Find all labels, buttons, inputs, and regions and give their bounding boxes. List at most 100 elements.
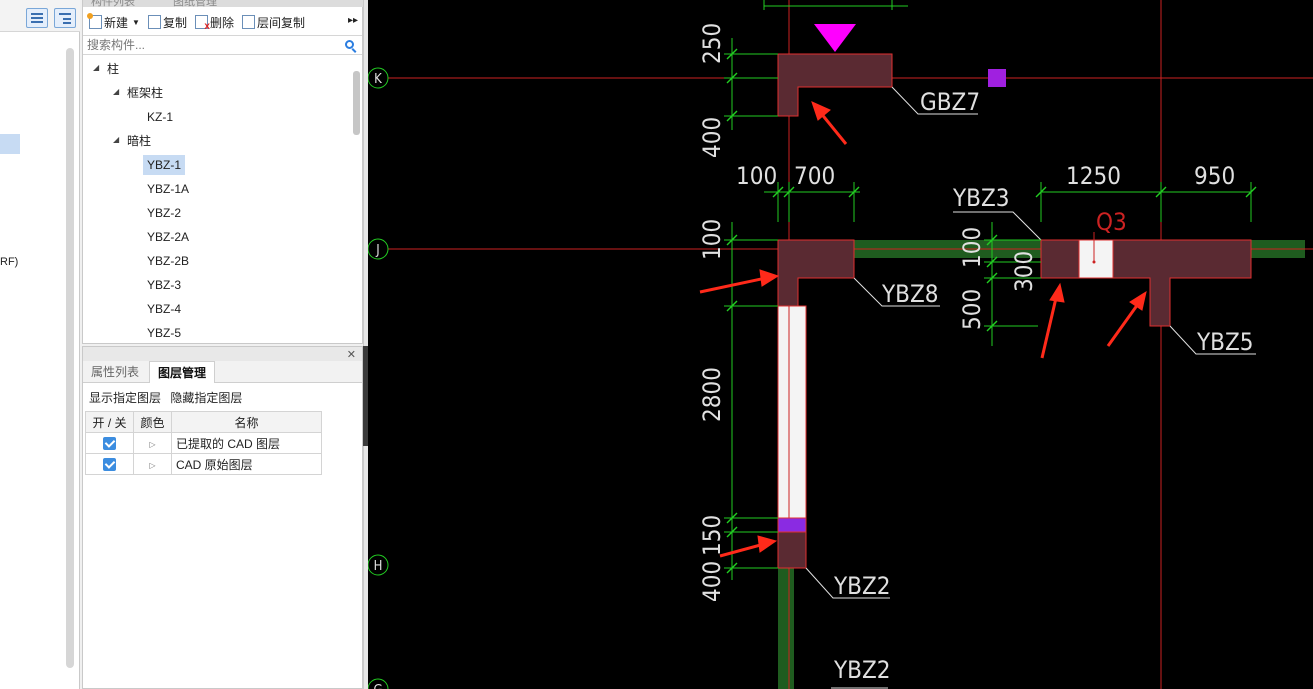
hatch-block	[777, 517, 807, 533]
dim-950: 950	[1194, 162, 1235, 190]
tree-node-frame-column[interactable]: 框架柱	[127, 83, 163, 103]
checkbox-checked-icon[interactable]	[103, 437, 116, 451]
tab-property-list[interactable]: 属性列表	[83, 361, 147, 383]
delete-button[interactable]: 删除	[194, 14, 234, 32]
tree-item[interactable]: YBZ-5	[147, 323, 181, 343]
dim-2800: 2800	[698, 367, 726, 422]
expand-triangle-icon[interactable]: ▷	[149, 461, 155, 470]
checkbox-checked-icon[interactable]	[103, 458, 116, 472]
more-tools-icon[interactable]: ▸▸	[348, 15, 358, 26]
arrow-icon	[818, 111, 848, 145]
label-q3: Q3	[1096, 208, 1127, 236]
axis-label-g: G	[373, 683, 382, 689]
dim-150: 150	[698, 515, 726, 556]
dim-400-top: 400	[698, 117, 726, 158]
layer-name-cell: 已提取的 CAD 图层	[171, 432, 322, 454]
arrow-head-icon	[1049, 282, 1065, 303]
left-item-text: RF)	[0, 256, 19, 268]
column-ybz3[interactable]	[1040, 239, 1080, 279]
arrow-icon	[1106, 303, 1140, 347]
tree-item[interactable]: YBZ-2B	[147, 251, 189, 271]
arrow-icon	[719, 542, 765, 558]
layer-toggle-cell[interactable]	[85, 432, 134, 454]
dim-100-right: 100	[958, 227, 986, 268]
component-toolbar: 新建 ▼ 复制 删除 层间复制 ▸▸	[83, 9, 362, 35]
label-ybz3: YBZ3	[952, 184, 1010, 212]
tab-layer-manage[interactable]: 图层管理	[149, 361, 216, 383]
tree-node-hidden-column[interactable]: 暗柱	[127, 131, 151, 151]
arrow-head-icon	[759, 269, 780, 287]
tree-scrollbar[interactable]	[353, 71, 360, 135]
expand-triangle-icon[interactable]: ◢	[93, 63, 99, 72]
column-ybz2[interactable]	[777, 531, 807, 569]
new-button[interactable]: 新建 ▼	[87, 13, 140, 31]
label-ybz8: YBZ8	[881, 280, 939, 308]
cad-canvas[interactable]: K J H G GBZ7 YBZ8 YBZ2 YBZ2	[368, 0, 1313, 689]
label-gbz7: GBZ7	[920, 88, 980, 116]
tree-item[interactable]: YBZ-1A	[147, 179, 189, 199]
search-input[interactable]	[87, 38, 337, 52]
left-selected-item[interactable]	[0, 134, 20, 154]
wall-q3	[1078, 239, 1114, 279]
tab-drawing-manage[interactable]: 图纸管理	[173, 0, 217, 9]
layer-color-cell[interactable]: ▷	[133, 453, 172, 475]
component-search	[83, 35, 362, 55]
arrow-icon	[699, 276, 767, 294]
layer-table: 开 / 关 颜色 名称 ▷ 已提取的 CAD 图层 ▷ CAD 原始图层	[85, 411, 322, 475]
dim-400-bottom: 400	[698, 561, 726, 602]
arrow-icon	[1040, 297, 1058, 359]
dim-100-top: 100	[736, 162, 777, 190]
left-scrollbar[interactable]	[66, 48, 74, 668]
show-layer-button[interactable]: 显示指定图层	[89, 391, 161, 405]
dim-500: 500	[958, 289, 986, 330]
label-ybz5: YBZ5	[1196, 328, 1254, 356]
dim-700: 700	[794, 162, 835, 190]
marker-triangle-icon	[814, 24, 856, 52]
delete-label: 删除	[209, 15, 234, 30]
dim-250: 250	[698, 23, 726, 64]
table-row[interactable]: ▷ CAD 原始图层	[85, 453, 322, 475]
cad-drawing[interactable]: K J H G GBZ7 YBZ8 YBZ2 YBZ2	[368, 0, 1313, 689]
column-ybz8[interactable]	[777, 239, 855, 307]
dim-1250: 1250	[1066, 162, 1121, 190]
floor-copy-icon	[241, 15, 255, 29]
floor-copy-button[interactable]: 层间复制	[241, 14, 305, 31]
list-view-icon[interactable]	[26, 8, 48, 28]
tree-item[interactable]: KZ-1	[147, 107, 173, 127]
column-gbz7[interactable]	[777, 53, 893, 117]
tree-item[interactable]: YBZ-2A	[147, 227, 189, 247]
tree-item[interactable]: YBZ-3	[147, 275, 181, 295]
copy-button[interactable]: 复制	[147, 14, 187, 31]
left-navigation-panel: RF)	[0, 0, 80, 689]
expand-triangle-icon[interactable]: ◢	[113, 87, 119, 96]
column-ybz5[interactable]	[1112, 239, 1252, 327]
layer-toggle-cell[interactable]	[85, 453, 134, 475]
tree-node-column[interactable]: 柱	[107, 59, 119, 79]
close-icon[interactable]: ✕	[347, 348, 356, 361]
detail-view-icon[interactable]	[54, 8, 76, 28]
tab-component-list[interactable]: 构件列表	[91, 0, 135, 9]
layer-management-panel: ✕ 属性列表 图层管理 显示指定图层 隐藏指定图层 开 / 关 颜色 名称 ▷ …	[82, 346, 363, 689]
column-header-onoff: 开 / 关	[85, 411, 134, 433]
table-row[interactable]: ▷ 已提取的 CAD 图层	[85, 432, 322, 454]
hide-layer-button[interactable]: 隐藏指定图层	[170, 391, 242, 405]
arrow-head-icon	[811, 101, 831, 121]
search-icon[interactable]	[345, 40, 354, 49]
expand-triangle-icon[interactable]: ▷	[149, 440, 155, 449]
column-header-color: 颜色	[133, 411, 172, 433]
label-ybz2: YBZ2	[833, 572, 891, 600]
axis-label-k: K	[374, 72, 382, 87]
layer-panel-header	[83, 347, 362, 361]
chevron-down-icon[interactable]: ▼	[132, 18, 140, 27]
arrow-head-icon	[757, 535, 778, 553]
expand-triangle-icon[interactable]: ◢	[113, 135, 119, 144]
layer-tabs: 属性列表 图层管理	[83, 361, 362, 383]
component-tree: ◢ 柱 ◢ 框架柱 KZ-1 ◢ 暗柱 YBZ-1 YBZ-1A YBZ-2 Y…	[83, 57, 351, 343]
tree-item-selected[interactable]: YBZ-1	[143, 155, 186, 175]
layer-color-cell[interactable]: ▷	[133, 432, 172, 454]
tree-item[interactable]: YBZ-2	[147, 203, 181, 223]
dim-100-left: 100	[698, 219, 726, 260]
component-list-panel: 构件列表 图纸管理 新建 ▼ 复制 删除 层间复制 ▸▸	[82, 0, 364, 344]
column-header-name: 名称	[171, 411, 322, 433]
tree-item[interactable]: YBZ-4	[147, 299, 181, 319]
